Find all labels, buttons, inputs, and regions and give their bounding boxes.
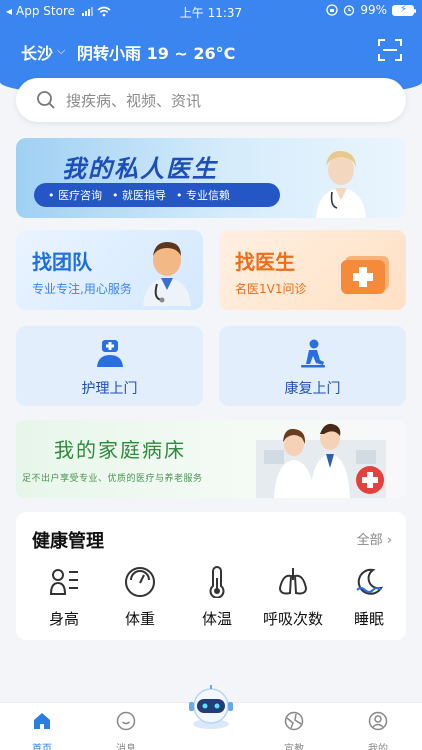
find-doctor-card[interactable]: 找医生 名医1V1问诊 — [219, 230, 406, 310]
orientation-lock-icon — [326, 4, 338, 16]
tab-label: 我的 — [368, 744, 388, 750]
family-banner-subtitle: 足不出户享受专业、优质的医疗与养老服务 — [22, 474, 203, 484]
health-item-temperature[interactable]: 体温 — [178, 564, 256, 634]
search-input[interactable]: 搜疾病、视频、资讯 — [66, 90, 201, 111]
health-title: 健康管理 — [32, 531, 104, 552]
user-icon — [368, 711, 388, 731]
health-item-label: 体重 — [124, 610, 155, 628]
private-doctor-banner[interactable]: 我的私人医生 医疗咨询 就医指导 专业信赖 — [16, 138, 406, 218]
thermometer-icon — [209, 566, 225, 598]
alarm-icon — [344, 5, 355, 16]
view-all-link[interactable]: 全部 › — [357, 529, 392, 548]
find-team-card[interactable]: 找团队 专业专注,用心服务 — [16, 230, 203, 310]
health-item-label: 呼吸次数 — [262, 610, 323, 628]
scan-icon[interactable] — [378, 39, 402, 61]
home-nursing-label: 护理上门 — [81, 381, 138, 397]
tab-label: 宣教 — [284, 744, 304, 750]
banner-tag: 就医指导 — [112, 187, 166, 203]
chevron-down-icon[interactable]: ⌵ — [57, 44, 65, 58]
battery-icon: ⚡ — [392, 4, 416, 16]
status-right: 99% ⚡ — [326, 3, 416, 17]
find-doctor-title: 找医生 — [235, 250, 295, 274]
family-banner-title: 我的家庭病床 — [54, 438, 186, 462]
battery-percent: 99% — [360, 3, 387, 17]
health-item-weight[interactable]: 体重 — [101, 564, 179, 634]
find-team-subtitle: 专业专注,用心服务 — [32, 282, 132, 296]
location-weather-row: 长沙 ⌵ 阴转小雨 19 ~ 26°C — [0, 36, 422, 66]
height-icon — [49, 569, 78, 595]
sleep-moon-icon — [356, 568, 384, 595]
globe-icon — [284, 711, 304, 731]
health-management-panel: 健康管理 全部 › 身高 体重 体温 呼吸次数 睡眠 — [16, 512, 406, 640]
status-bar: ◂ App Store 上午 11:37 99% ⚡ — [0, 0, 422, 24]
weather-text: 阴转小雨 19 ~ 26°C — [77, 44, 236, 63]
family-sickbed-banner[interactable]: 我的家庭病床 足不出户享受专业、优质的医疗与养老服务 — [16, 420, 406, 498]
home-rehab-label: 康复上门 — [284, 381, 341, 397]
health-item-respiration[interactable]: 呼吸次数 — [254, 564, 332, 634]
home-icon — [34, 713, 50, 729]
message-icon — [116, 711, 136, 731]
health-item-label: 睡眠 — [353, 610, 384, 628]
female-doctor-illustration — [316, 150, 366, 218]
health-item-height[interactable]: 身高 — [25, 564, 103, 634]
medical-staff-illustration — [256, 423, 386, 498]
tab-label: 首页 — [32, 744, 52, 750]
tab-label: 消息 — [116, 744, 136, 750]
tab-messages[interactable]: 消息 — [86, 708, 166, 750]
health-item-label: 身高 — [48, 610, 79, 628]
lungs-icon — [278, 568, 308, 595]
home-nursing-card[interactable]: 护理上门 — [16, 326, 203, 406]
find-doctor-subtitle: 名医1V1问诊 — [235, 282, 307, 296]
robot-assistant-icon[interactable] — [183, 684, 239, 730]
nurse-icon — [97, 340, 123, 367]
tab-home[interactable]: 首页 — [2, 708, 82, 750]
health-item-label: 体温 — [201, 610, 232, 628]
tab-profile[interactable]: 我的 — [338, 708, 418, 750]
doctor-avatar-icon — [143, 242, 191, 306]
chevron-right-icon: › — [386, 533, 392, 548]
health-item-sleep[interactable]: 睡眠 — [330, 564, 408, 634]
rehab-person-icon — [301, 339, 325, 368]
view-all-label: 全部 — [356, 533, 383, 548]
weight-scale-icon — [125, 567, 155, 597]
home-rehab-card[interactable]: 康复上门 — [219, 326, 406, 406]
search-bar[interactable]: 搜疾病、视频、资讯 — [16, 78, 406, 122]
banner-tag: 医疗咨询 — [48, 187, 102, 203]
search-icon — [37, 91, 55, 109]
banner-tag: 专业信赖 — [176, 187, 230, 203]
banner-tags: 医疗咨询 就医指导 专业信赖 — [34, 183, 280, 207]
city-selector[interactable]: 长沙 — [21, 40, 53, 64]
find-team-title: 找团队 — [32, 250, 92, 274]
medical-kit-icon — [341, 256, 389, 294]
tab-education[interactable]: 宣教 — [254, 708, 334, 750]
banner-title: 我的私人医生 — [62, 155, 218, 183]
